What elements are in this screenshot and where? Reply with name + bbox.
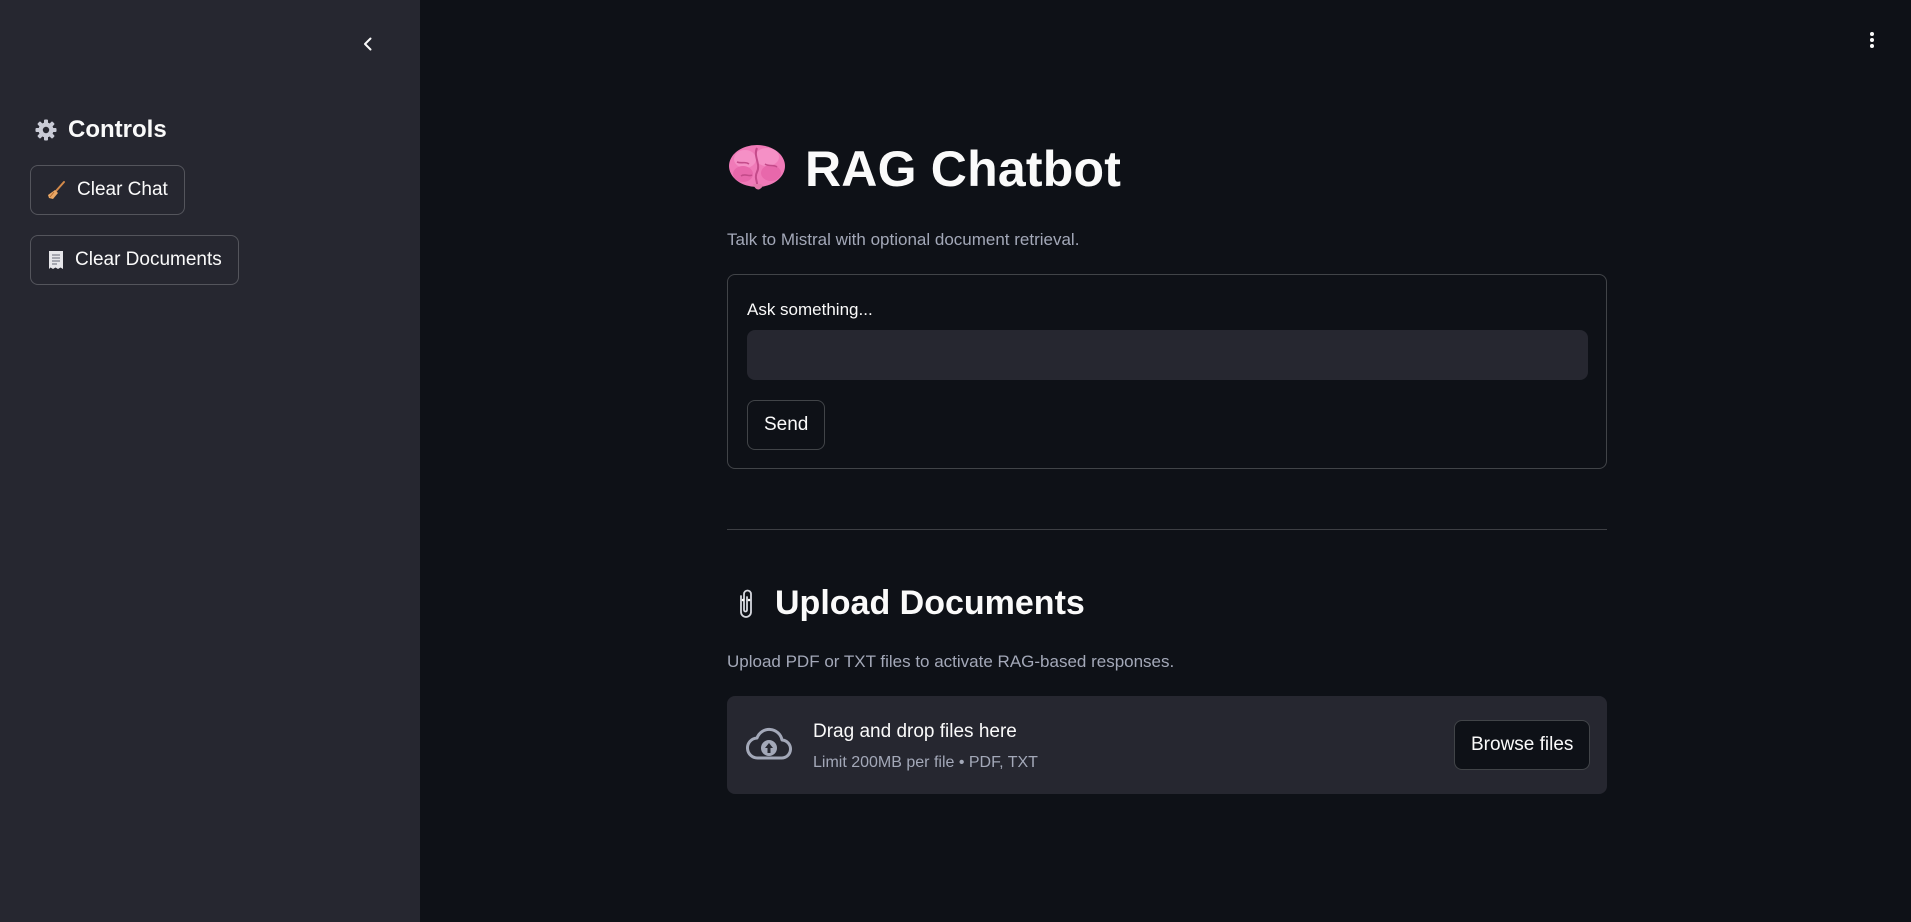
paperclip-icon bbox=[740, 589, 752, 618]
main-menu-button[interactable] bbox=[1860, 28, 1884, 52]
chevron-left-icon bbox=[364, 37, 372, 51]
clear-documents-label: Clear Documents bbox=[75, 249, 222, 270]
receipt-icon bbox=[49, 251, 63, 269]
page-title-row: RAG Chatbot bbox=[727, 140, 1121, 198]
browse-files-button[interactable]: Browse files bbox=[1454, 720, 1591, 770]
clear-chat-button[interactable]: Clear Chat bbox=[30, 165, 185, 215]
section-divider bbox=[727, 529, 1607, 530]
vertical-dots-icon bbox=[1870, 32, 1874, 48]
dropzone-limit: Limit 200MB per file • PDF, TXT bbox=[813, 754, 1038, 771]
app-window: Controls Clear Chat Clear Documents RAG … bbox=[0, 0, 1911, 922]
page-title: RAG Chatbot bbox=[805, 141, 1122, 197]
brain-icon bbox=[729, 145, 785, 190]
clear-documents-button[interactable]: Clear Documents bbox=[30, 235, 239, 285]
dropzone-instruction: Drag and drop files here bbox=[813, 721, 1017, 742]
broom-icon bbox=[48, 181, 65, 199]
upload-title-row: Upload Documents bbox=[733, 584, 1085, 623]
chat-form: Ask something... Send bbox=[727, 274, 1607, 469]
file-dropzone[interactable]: Drag and drop files here Limit 200MB per… bbox=[727, 696, 1607, 794]
send-button[interactable]: Send bbox=[747, 400, 826, 450]
upload-subtitle: Upload PDF or TXT files to activate RAG-… bbox=[727, 652, 1175, 671]
controls-heading: Controls bbox=[34, 116, 167, 144]
cloud-upload-icon bbox=[746, 727, 792, 760]
clear-chat-label: Clear Chat bbox=[77, 179, 168, 200]
ask-input[interactable] bbox=[747, 330, 1588, 380]
ask-input-label: Ask something... bbox=[747, 300, 873, 319]
sidebar: Controls Clear Chat Clear Documents bbox=[0, 0, 420, 922]
controls-heading-label: Controls bbox=[68, 116, 167, 143]
page-subtitle: Talk to Mistral with optional document r… bbox=[727, 230, 1080, 249]
gear-icon bbox=[35, 119, 57, 141]
collapse-sidebar-button[interactable] bbox=[354, 30, 382, 58]
upload-title: Upload Documents bbox=[775, 584, 1085, 622]
